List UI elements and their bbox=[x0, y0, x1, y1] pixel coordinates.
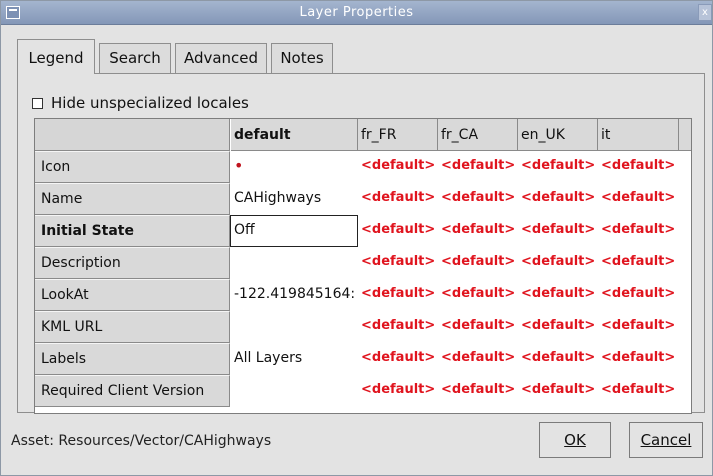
column-header-default[interactable]: default bbox=[231, 119, 358, 151]
cell-lookat-default[interactable]: -122.419845164: bbox=[231, 279, 357, 311]
table-corner bbox=[35, 119, 230, 151]
close-button[interactable]: x bbox=[698, 4, 712, 21]
tab-search[interactable]: Search bbox=[99, 43, 171, 73]
cell-kml-url-fr-ca[interactable]: <default> bbox=[441, 311, 515, 343]
cell-description-default[interactable] bbox=[231, 247, 357, 279]
cell-kml-url-default[interactable] bbox=[231, 311, 357, 343]
cell-required-client-version-en-uk[interactable]: <default> bbox=[521, 375, 595, 407]
column-header-fr-ca[interactable]: fr_CA bbox=[438, 119, 518, 151]
cell-required-client-version-fr-fr[interactable]: <default> bbox=[361, 375, 435, 407]
header-filler bbox=[679, 119, 691, 151]
legend-panel: Hide unspecialized locales default fr_FR… bbox=[17, 73, 705, 414]
cell-labels-en-uk[interactable]: <default> bbox=[521, 343, 595, 375]
cell-required-client-version-it[interactable]: <default> bbox=[601, 375, 675, 407]
cell-labels-fr-ca[interactable]: <default> bbox=[441, 343, 515, 375]
cell-description-fr-ca[interactable]: <default> bbox=[441, 247, 515, 279]
cell-description-it[interactable]: <default> bbox=[601, 247, 675, 279]
cell-name-fr-fr[interactable]: <default> bbox=[361, 183, 435, 215]
ok-button[interactable]: OK bbox=[539, 422, 611, 458]
window-title: Layer Properties bbox=[299, 5, 414, 20]
cell-name-it[interactable]: <default> bbox=[601, 183, 675, 215]
cell-lookat-en-uk[interactable]: <default> bbox=[521, 279, 595, 311]
cell-name-fr-ca[interactable]: <default> bbox=[441, 183, 515, 215]
cell-lookat-fr-fr[interactable]: <default> bbox=[361, 279, 435, 311]
cell-icon-fr-fr[interactable]: <default> bbox=[361, 151, 435, 183]
row-header-name[interactable]: Name bbox=[35, 183, 230, 215]
tab-legend[interactable]: Legend bbox=[17, 39, 95, 74]
title-bar[interactable]: Layer Properties x bbox=[1, 1, 712, 25]
cell-lookat-it[interactable]: <default> bbox=[601, 279, 675, 311]
cell-icon-it[interactable]: <default> bbox=[601, 151, 675, 183]
cell-labels-fr-fr[interactable]: <default> bbox=[361, 343, 435, 375]
hide-unspecialized-checkbox[interactable] bbox=[32, 97, 43, 109]
row-header-required-client-version[interactable]: Required Client Version bbox=[35, 375, 230, 407]
cell-lookat-fr-ca[interactable]: <default> bbox=[441, 279, 515, 311]
row-header-initial-state[interactable]: Initial State bbox=[35, 215, 230, 247]
row-header-kml-url[interactable]: KML URL bbox=[35, 311, 230, 343]
cell-name-default[interactable]: CAHighways bbox=[231, 183, 357, 215]
cell-initial-state-it[interactable]: <default> bbox=[601, 215, 675, 247]
row-header-description[interactable]: Description bbox=[35, 247, 230, 279]
cancel-button[interactable]: Cancel bbox=[629, 422, 703, 458]
locale-table: default fr_FR fr_CA en_UK it Icon • <def… bbox=[34, 118, 692, 414]
cell-required-client-version-fr-ca[interactable]: <default> bbox=[441, 375, 515, 407]
hide-unspecialized-option[interactable]: Hide unspecialized locales bbox=[32, 94, 249, 112]
column-header-it[interactable]: it bbox=[598, 119, 679, 151]
layer-properties-dialog: Layer Properties x Legend Search Advance… bbox=[0, 0, 713, 476]
dot-icon: • bbox=[234, 156, 244, 175]
cell-kml-url-fr-fr[interactable]: <default> bbox=[361, 311, 435, 343]
column-header-en-uk[interactable]: en_UK bbox=[518, 119, 598, 151]
cell-kml-url-en-uk[interactable]: <default> bbox=[521, 311, 595, 343]
cell-initial-state-fr-ca[interactable]: <default> bbox=[441, 215, 515, 247]
cell-kml-url-it[interactable]: <default> bbox=[601, 311, 675, 343]
row-header-icon[interactable]: Icon bbox=[35, 151, 230, 183]
column-header-fr-fr[interactable]: fr_FR bbox=[358, 119, 438, 151]
tab-notes[interactable]: Notes bbox=[271, 43, 333, 73]
cancel-button-label: Cancel bbox=[640, 431, 692, 449]
hide-unspecialized-label: Hide unspecialized locales bbox=[51, 94, 249, 112]
row-header-lookat[interactable]: LookAt bbox=[35, 279, 230, 311]
cell-labels-default[interactable]: All Layers bbox=[231, 343, 357, 375]
cell-labels-it[interactable]: <default> bbox=[601, 343, 675, 375]
cell-initial-state-default[interactable]: Off bbox=[230, 215, 358, 247]
cell-icon-fr-ca[interactable]: <default> bbox=[441, 151, 515, 183]
cell-description-en-uk[interactable]: <default> bbox=[521, 247, 595, 279]
cell-name-en-uk[interactable]: <default> bbox=[521, 183, 595, 215]
cell-icon-en-uk[interactable]: <default> bbox=[521, 151, 595, 183]
tab-advanced[interactable]: Advanced bbox=[175, 43, 267, 73]
row-header-labels[interactable]: Labels bbox=[35, 343, 230, 375]
ok-button-label: OK bbox=[564, 431, 586, 449]
cell-required-client-version-default[interactable] bbox=[231, 375, 357, 407]
cell-initial-state-en-uk[interactable]: <default> bbox=[521, 215, 595, 247]
asset-path: Asset: Resources/Vector/CAHighways bbox=[11, 433, 272, 449]
cell-icon-default[interactable]: • bbox=[231, 151, 357, 183]
cell-initial-state-fr-fr[interactable]: <default> bbox=[361, 215, 435, 247]
cell-description-fr-fr[interactable]: <default> bbox=[361, 247, 435, 279]
